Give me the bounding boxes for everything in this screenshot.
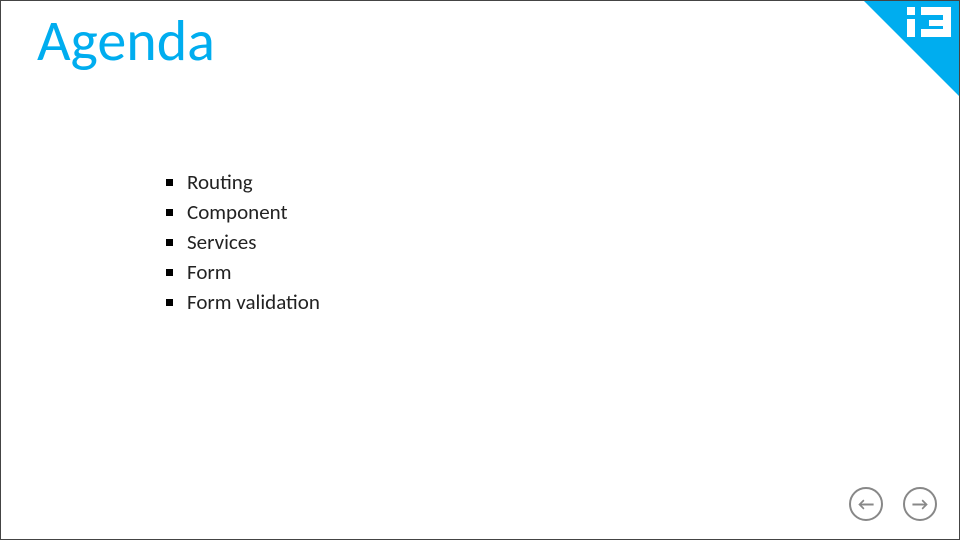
list-item: Services	[166, 227, 320, 257]
list-item: Component	[166, 197, 320, 227]
list-item-label: Form validation	[187, 287, 320, 317]
list-item: Routing	[166, 167, 320, 197]
list-item-label: Routing	[187, 167, 253, 197]
bullet-icon	[166, 179, 173, 186]
list-item-label: Component	[187, 197, 288, 227]
slide-title: Agenda	[37, 5, 215, 76]
prev-button[interactable]: ←	[849, 487, 883, 521]
list-item-label: Form	[187, 257, 232, 287]
ig-logo	[907, 7, 951, 37]
bullet-icon	[166, 209, 173, 216]
slide: Agenda Routing Component Services Form F…	[0, 0, 960, 540]
nav-controls: ← →	[849, 487, 937, 521]
next-button[interactable]: →	[903, 487, 937, 521]
agenda-list: Routing Component Services Form Form val…	[166, 167, 320, 317]
arrow-right-icon: →	[912, 495, 928, 513]
list-item: Form	[166, 257, 320, 287]
bullet-icon	[166, 239, 173, 246]
list-item: Form validation	[166, 287, 320, 317]
bullet-icon	[166, 269, 173, 276]
list-item-label: Services	[187, 227, 256, 257]
arrow-left-icon: ←	[858, 495, 874, 513]
bullet-icon	[166, 299, 173, 306]
